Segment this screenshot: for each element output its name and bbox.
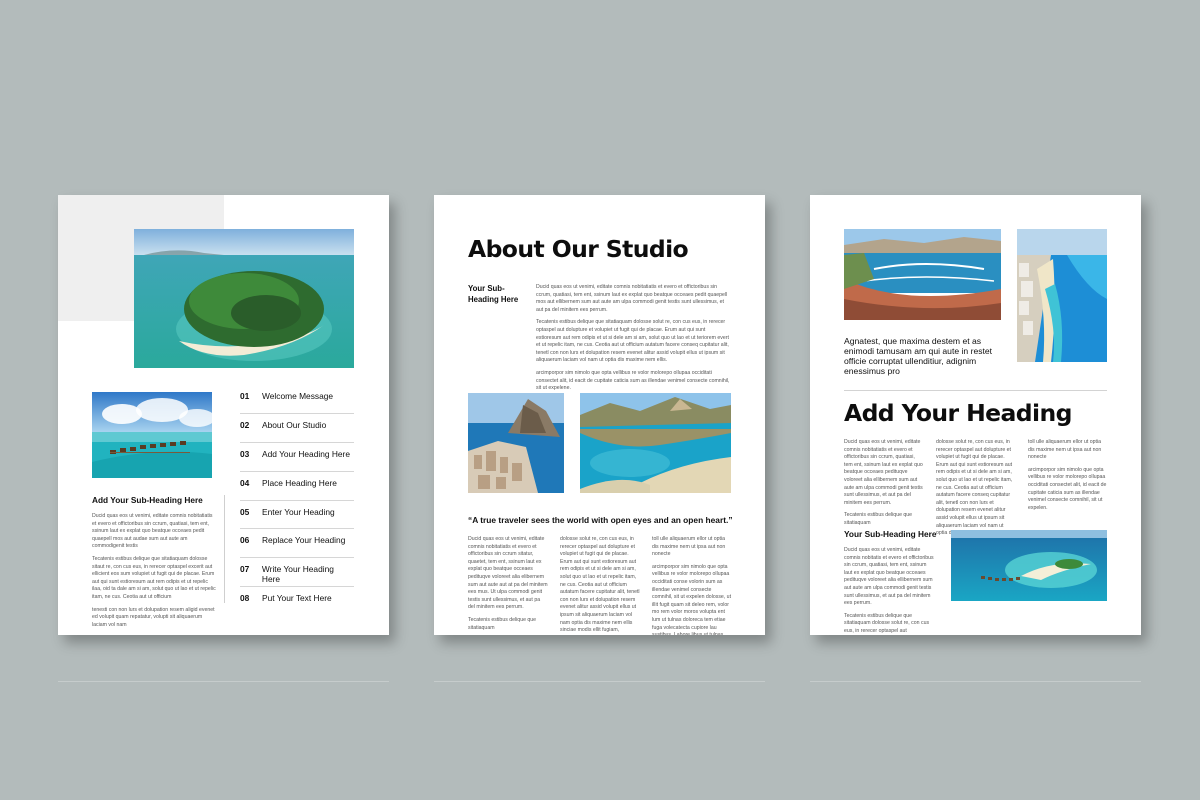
brochure-page-toc: 01 Welcome Message 02 About Our Studio 03 A… (58, 195, 389, 635)
paragraph: Ducid quas eos ut venimi, editate comnis… (536, 284, 728, 313)
toc-number: 06 (240, 535, 250, 546)
toc-item[interactable]: 05 Enter Your Heading (240, 501, 354, 530)
toc-number: 01 (240, 391, 250, 401)
sub-heading: Add Your Sub-Heading Here (92, 495, 203, 505)
toc-number: 05 (240, 506, 250, 517)
pull-quote: “A true traveler sees the world with ope… (468, 515, 733, 525)
paragraph: Tecatenis estibus delique que sitatiaqua… (844, 612, 930, 634)
table-of-contents: 01 Welcome Message 02 About Our Studio 03 A… (240, 385, 354, 616)
toc-label: Welcome Message (262, 391, 334, 401)
toc-item[interactable]: 06 Replace Your Heading (240, 529, 354, 559)
coastline-hotels-photo (1017, 229, 1107, 362)
divider-line (844, 390, 1107, 391)
paragraph: Tecatenis estibus delique que sitatiaqua… (844, 512, 913, 526)
text-column-3: toll ulle aliquaerum ellor ut optia dis … (1028, 439, 1108, 517)
beach-bay-photo (580, 393, 731, 493)
text-column-2: dolosse solut re, con cus eus, in rerece… (936, 439, 1016, 543)
harbor-town-photo (844, 229, 1001, 320)
paragraph: dolosse solut re, con cus eus, in rerece… (560, 536, 640, 634)
sub-heading: Your Sub-Heading Here (844, 529, 937, 539)
paragraph: toll ulle aliquaerum ellor ut optia dis … (652, 536, 726, 558)
page-reflection-line (810, 681, 1141, 682)
toc-label: Add Your Heading Here (262, 448, 351, 459)
paragraph: Ducid quas eos ut venimi, editate comnis… (92, 513, 213, 550)
coastal-city-rock-photo (468, 393, 564, 493)
toc-number: 08 (240, 593, 250, 604)
toc-label: Place Heading Here (262, 477, 337, 488)
toc-number: 04 (240, 477, 250, 488)
paragraph: dolosse solut re, con cus eus, in rerece… (936, 439, 1013, 537)
paragraph: Tecatenis estibus delique que sitatiaqua… (468, 616, 537, 631)
atoll-aerial-photo (951, 530, 1107, 601)
toc-item[interactable]: 02 About Our Studio (240, 414, 354, 443)
toc-label: Write Your Heading Here (261, 564, 334, 585)
paragraph: arcimporpor sim nimolo que opta vellibus… (652, 563, 732, 635)
toc-number: 02 (240, 419, 250, 430)
paragraph: Ducid quas eos ut venimi, editate comnis… (844, 439, 923, 506)
paragraph: toll ulle aliquaerum ellor ut optia dis … (1028, 439, 1102, 461)
toc-number: 03 (240, 448, 250, 459)
intro-statement: Agnatest, que maxima destem et as enimod… (844, 336, 993, 376)
page-title: Add Your Heading (844, 399, 1072, 427)
sub-body-copy: Ducid quas eos ut venimi, editate comnis… (844, 547, 936, 635)
toc-label: About Our Studio (262, 419, 327, 430)
paragraph: Ducid quas eos ut venimi, editate comnis… (844, 547, 934, 607)
text-column-1: Ducid quas eos ut venimi, editate comnis… (468, 536, 548, 635)
toc-label: Put Your Text Here (262, 593, 332, 604)
page-reflection-line (58, 681, 389, 682)
toc-item[interactable]: 08 Put Your Text Here (240, 587, 354, 616)
toc-item[interactable]: 03 Add Your Heading Here (240, 443, 354, 472)
text-column-1: Ducid quas eos ut venimi, editate comnis… (844, 439, 924, 533)
page-title: About Our Studio (468, 235, 689, 263)
island-aerial-photo (134, 229, 354, 368)
paragraph: tenesti con non lurs et dolupation resem… (92, 606, 215, 628)
paragraph: Ducid quas eos ut venimi, editate comnis… (468, 536, 548, 611)
text-column-3: toll ulle aliquaerum ellor ut optia dis … (652, 536, 732, 635)
sub-heading: Your Sub-Heading Here (468, 284, 519, 304)
page-reflection-line (434, 681, 765, 682)
paragraph: arcimporpor sim nimolo que opta vellibus… (536, 369, 730, 392)
body-copy: Ducid quas eos ut venimi, editate comnis… (92, 513, 216, 634)
paragraph: arcimporpor sim nimolo que opta vellibus… (1028, 466, 1107, 511)
toc-item[interactable]: 01 Welcome Message (240, 385, 354, 414)
text-column-2: dolosse solut re, con cus eus, in rerece… (560, 536, 640, 635)
paragraph: Tecatenis estibus delique que sitatiaqua… (536, 319, 729, 364)
intro-copy: Ducid quas eos ut venimi, editate comnis… (536, 284, 732, 398)
toc-number: 07 (240, 564, 250, 575)
brochure-page-heading: Agnatest, que maxima destem et as enimod… (810, 195, 1141, 635)
brochure-page-about: About Our Studio Your Sub-Heading Here D… (434, 195, 765, 635)
paragraph: Tecatenis estibus delique que sitatiaqua… (92, 555, 216, 600)
toc-label: Replace Your Heading (262, 535, 346, 546)
toc-label: Enter Your Heading (262, 506, 335, 517)
overwater-villas-photo (92, 392, 212, 478)
toc-item[interactable]: 04 Place Heading Here (240, 472, 354, 501)
column-divider (224, 495, 225, 603)
toc-item[interactable]: 07 Write Your Heading Here (240, 558, 354, 588)
